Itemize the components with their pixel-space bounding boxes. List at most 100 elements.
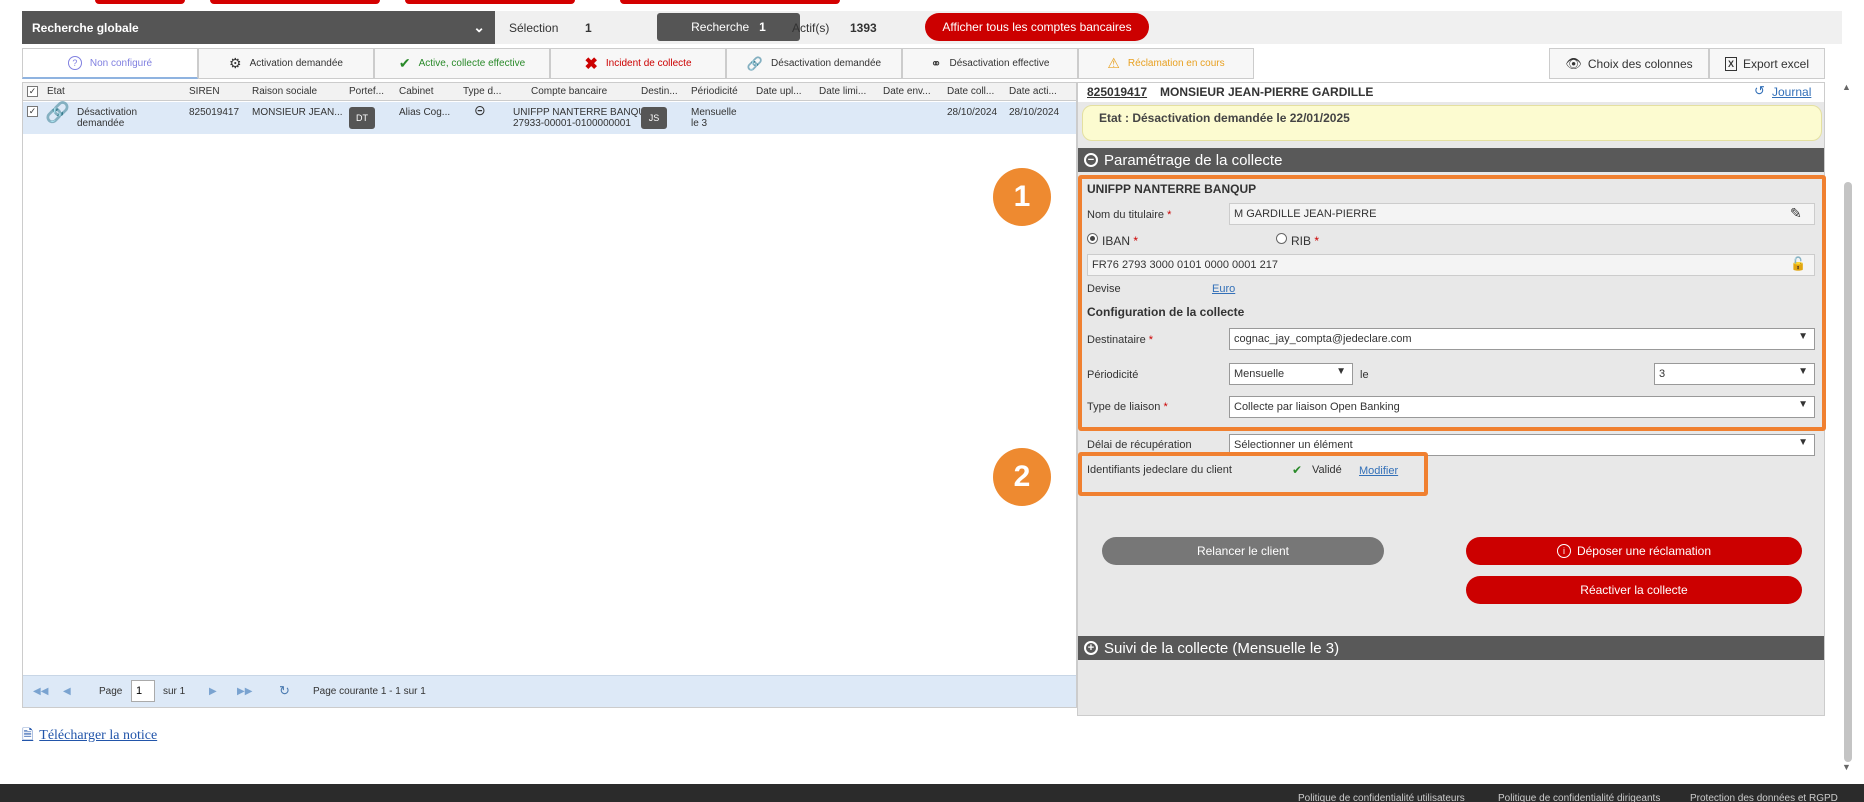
row-destin-badge: JS [641,107,667,129]
active-label: Actif(s) [792,21,830,35]
top-tab-stub[interactable] [95,0,185,4]
section-params-title: Paramétrage de la collecte [1104,151,1283,169]
col-portef[interactable]: Portef... [349,86,384,97]
state-banner: Etat : Désactivation demandée le 22/01/2… [1082,105,1822,141]
pdf-icon: 🗎 [22,728,34,743]
col-periodicite[interactable]: Périodicité [691,86,738,97]
section-params-header[interactable]: − Paramétrage de la collecte [1078,148,1824,172]
export-excel-button[interactable]: X Export excel [1709,48,1825,79]
tab-active-collecte[interactable]: ✔ Active, collecte effective [374,48,550,79]
select-all-checkbox[interactable]: ✓ [27,86,38,97]
row-date-coll: 28/10/2024 [947,107,998,118]
prev-page-icon[interactable]: ◀ [63,686,71,697]
selection-count: 1 [585,21,592,35]
col-raison[interactable]: Raison sociale [252,86,317,97]
tab-label: Activation demandée [249,58,343,69]
col-etat[interactable]: Etat [47,86,65,97]
active-count: 1393 [850,21,877,35]
history-icon: ↺ [1754,83,1765,98]
tab-label: Réclamation en cours [1127,58,1225,69]
warning-icon: ⚠ [1107,55,1120,71]
page-label: Page [99,686,123,697]
download-notice-link[interactable]: 🗎 Télécharger la notice [22,724,157,748]
scroll-down-icon[interactable]: ▼ [1842,762,1851,772]
footer-link[interactable]: Politique de confidentialité dirigeants [1498,793,1660,802]
broken-link-icon: ⚭ [930,55,942,71]
minus-circle-icon: ⊝ [474,102,486,118]
tab-reclamation-en-cours[interactable]: ⚠ Réclamation en cours [1078,48,1254,79]
row-siren: 825019417 [189,107,240,118]
columns-chooser-button[interactable]: 👁 Choix des colonnes [1549,48,1709,79]
footer: Politique de confidentialité utilisateur… [0,784,1864,802]
panel-header: 825019417 MONSIEUR JEAN-PIERRE GARDILLE … [1078,83,1824,102]
collapse-icon: − [1084,153,1098,167]
top-tab-stub[interactable] [405,0,575,4]
col-cabinet[interactable]: Cabinet [399,86,433,97]
table-row[interactable]: ✓ 🔗 Désactivation demandée 825019417 MON… [23,102,1076,134]
col-date-upl[interactable]: Date upl... [756,86,802,97]
row-etat-line2: demandée [77,118,125,129]
gear-icon: ⚙ [229,55,242,71]
last-page-icon[interactable]: ▶▶ [237,686,252,697]
row-raison: MONSIEUR JEAN... [252,107,343,118]
search-label: Recherche [691,20,750,34]
tab-label: Incident de collecte [605,58,692,69]
question-circle-icon: ? [67,56,82,70]
footer-link[interactable]: Protection des données et RGPD [1690,793,1838,802]
annotation-badge-2: 2 [993,448,1051,506]
section-follow-header[interactable]: + Suivi de la collecte (Mensuelle le 3) [1078,636,1824,660]
tab-desactivation-effective[interactable]: ⚭ Désactivation effective [902,48,1078,79]
tab-non-configure[interactable]: ? Non configuré [22,48,198,79]
row-cabinet: Alias Cog... [399,107,451,118]
tab-activation-demandee[interactable]: ⚙ Activation demandée [198,48,374,79]
accounts-grid: ✓ Etat SIREN Raison sociale Portef... Ca… [22,82,1077,708]
page-input[interactable] [131,680,155,702]
cross-icon: ✖ [584,55,598,73]
row-compte-line2: 27933-00001-0100000001 [513,118,631,129]
annotation-box-2 [1078,452,1428,496]
col-date-coll[interactable]: Date coll... [947,86,994,97]
scroll-up-icon[interactable]: ▲ [1842,82,1851,92]
tab-label: Active, collecte effective [418,58,526,69]
row-periodicite-line1: Mensuelle [691,107,737,118]
col-type[interactable]: Type d... [463,86,501,97]
journal-link[interactable]: Journal [1772,85,1811,99]
tab-incident-collecte[interactable]: ✖ Incident de collecte [550,48,726,79]
relaunch-client-button[interactable]: Relancer le client [1102,537,1384,565]
first-page-icon[interactable]: ◀◀ [33,686,48,697]
next-page-icon[interactable]: ▶ [209,686,217,697]
col-compte[interactable]: Compte bancaire [531,86,607,97]
search-results-button[interactable]: Recherche 1 [657,13,800,41]
notice-label: Télécharger la notice [39,728,158,743]
delay-value: Sélectionner un élément [1234,439,1353,451]
siren-link[interactable]: 825019417 [1087,85,1147,99]
page-scrollbar[interactable]: ▲ ▼ [1842,82,1854,782]
row-checkbox[interactable]: ✓ [27,106,38,117]
footer-link[interactable]: Politique de confidentialité utilisateur… [1298,793,1465,802]
refresh-icon[interactable]: ↻ [279,683,290,699]
scrollbar-thumb[interactable] [1844,182,1852,762]
top-tab-stub[interactable] [620,0,840,4]
annotation-box-1 [1078,175,1826,431]
col-destin[interactable]: Destin... [641,86,678,97]
col-date-limi[interactable]: Date limi... [819,86,866,97]
selection-label: Sélection [509,21,559,35]
row-etat-line1: Désactivation [77,107,138,118]
chevron-down-icon: ⌄ [473,19,485,35]
global-search-dropdown[interactable]: Recherche globale ⌄ [22,11,495,44]
export-label: Export excel [1742,56,1810,71]
pager: ◀◀ ◀ Page sur 1 ▶ ▶▶ ↻ Page courante 1 -… [23,675,1076,707]
tab-desactivation-demandee[interactable]: 🔗 Désactivation demandée [726,48,902,79]
col-date-acti[interactable]: Date acti... [1009,86,1057,97]
row-portef-badge: DT [349,107,375,129]
reactivate-collection-button[interactable]: Réactiver la collecte [1466,576,1802,604]
global-search-label: Recherche globale [32,20,139,35]
top-tab-stub[interactable] [210,0,380,4]
excel-icon: X [1724,56,1737,71]
section-follow-title: Suivi de la collecte (Mensuelle le 3) [1104,639,1340,657]
col-date-env[interactable]: Date env... [883,86,931,97]
link-icon: 🔗 [746,55,764,71]
show-all-accounts-button[interactable]: Afficher tous les comptes bancaires [925,13,1149,41]
file-claim-button[interactable]: i Déposer une réclamation [1466,537,1802,565]
col-siren[interactable]: SIREN [189,86,220,97]
